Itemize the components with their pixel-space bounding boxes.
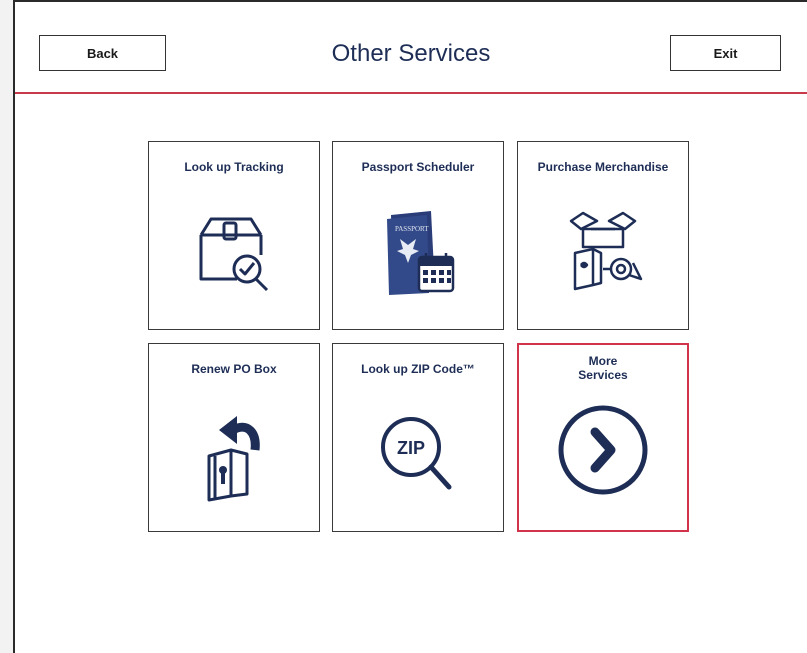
tile-more-services[interactable]: More Services <box>517 343 689 532</box>
header-bar: Back Other Services Exit <box>15 2 807 94</box>
tile-label: Passport Scheduler <box>361 160 475 174</box>
tile-passport-scheduler[interactable]: Passport Scheduler PASSPORT <box>332 141 504 330</box>
svg-text:PASSPORT: PASSPORT <box>395 225 429 233</box>
arrow-circle-icon <box>519 395 687 505</box>
tile-label: More Services <box>578 354 628 382</box>
tile-look-up-tracking[interactable]: Look up Tracking <box>148 141 320 330</box>
exit-button[interactable]: Exit <box>670 35 781 71</box>
tile-label: Look up ZIP Code™ <box>361 362 475 376</box>
zip-icon-text: ZIP <box>397 438 425 458</box>
zip-search-icon: ZIP <box>333 399 503 509</box>
tile-label: Renew PO Box <box>191 362 277 376</box>
package-tracking-icon <box>149 197 319 307</box>
tile-look-up-zip-code[interactable]: Look up ZIP Code™ ZIP <box>332 343 504 532</box>
passport-calendar-icon: PASSPORT <box>333 197 503 307</box>
tile-label: Look up Tracking <box>184 160 284 174</box>
kiosk-screen: Back Other Services Exit Look up Trackin… <box>13 0 807 653</box>
merchandise-icon <box>518 197 688 307</box>
tile-purchase-merchandise[interactable]: Purchase Merchandise <box>517 141 689 330</box>
po-box-renew-icon <box>149 399 319 509</box>
tile-label: Purchase Merchandise <box>537 160 669 174</box>
tile-renew-po-box[interactable]: Renew PO Box <box>148 343 320 532</box>
